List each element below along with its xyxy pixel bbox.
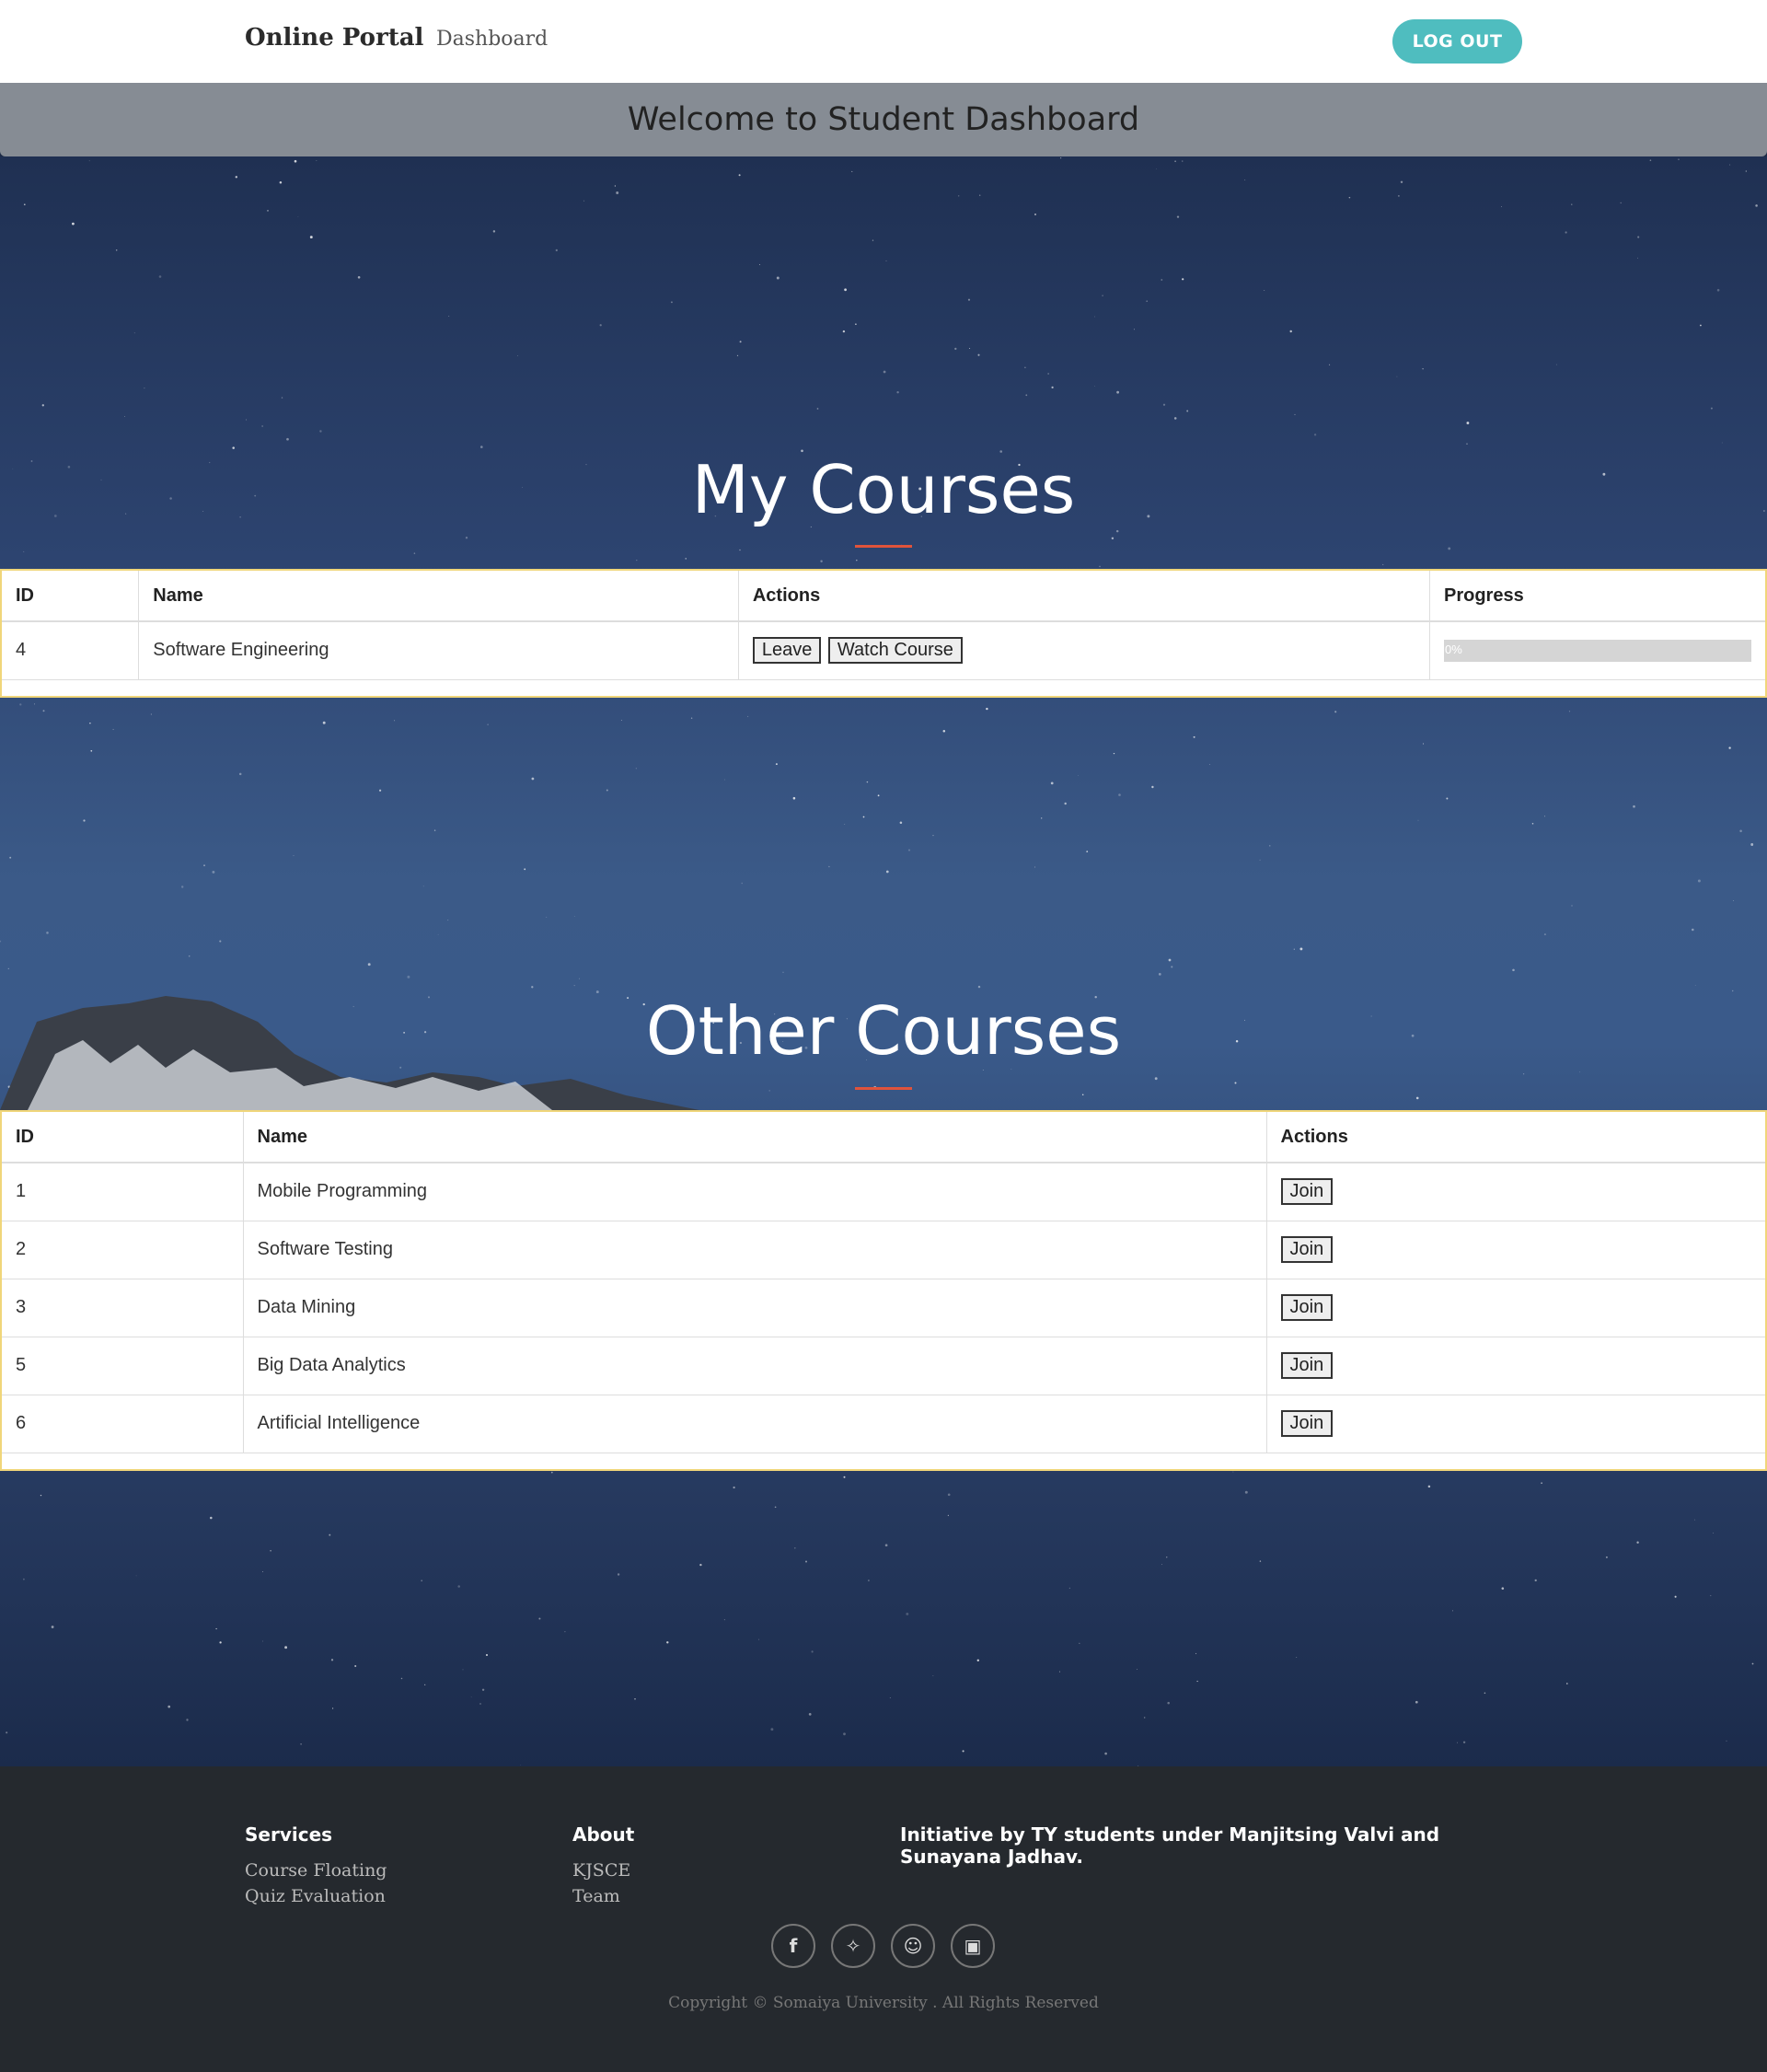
course-name: Big Data Analytics	[243, 1337, 1267, 1395]
table-header-row: ID Name Actions Progress	[2, 571, 1765, 622]
table-row: 6 Artificial Intelligence Join	[2, 1395, 1765, 1453]
table-row: 5 Big Data Analytics Join	[2, 1337, 1765, 1395]
my-courses-table: ID Name Actions Progress 4 Software Engi…	[0, 569, 1767, 698]
course-progress: 0%	[1429, 621, 1765, 680]
nav-dashboard-link[interactable]: Dashboard	[436, 28, 548, 51]
course-id: 2	[2, 1221, 244, 1279]
other-courses-table: ID Name Actions 1 Mobile Programming Joi…	[0, 1110, 1767, 1471]
course-id: 1	[2, 1163, 244, 1221]
leave-button[interactable]: Leave	[752, 637, 822, 665]
join-button[interactable]: Join	[1280, 1236, 1334, 1263]
course-name: Mobile Programming	[243, 1163, 1267, 1221]
watch-course-button[interactable]: Watch Course	[827, 637, 963, 665]
col-name: Name	[138, 571, 739, 622]
copyright-text: Copyright © Somaiya University . All Rig…	[668, 1994, 1099, 2012]
course-name: Data Mining	[243, 1279, 1267, 1337]
my-courses-title: My Courses	[691, 451, 1076, 528]
col-id: ID	[2, 571, 140, 622]
other-courses-underline	[855, 1087, 912, 1090]
join-button[interactable]: Join	[1280, 1294, 1334, 1321]
table-row: 1 Mobile Programming Join	[2, 1163, 1765, 1221]
services-heading: Services	[245, 1823, 333, 1846]
footer-link-course-floating[interactable]: Course Floating	[245, 1860, 387, 1881]
brand-link[interactable]: Online Portal	[245, 24, 423, 52]
course-name: Software Engineering	[138, 621, 739, 680]
col-id: ID	[2, 1112, 244, 1163]
col-name: Name	[243, 1112, 1267, 1163]
mountains-decoration	[0, 996, 699, 1110]
initiative-text: Initiative by TY students under Manjitsi…	[900, 1823, 1440, 1868]
snapchat-icon[interactable]: ☺	[891, 1924, 935, 1968]
about-heading: About	[572, 1823, 635, 1846]
logout-button[interactable]: LOG OUT	[1392, 19, 1522, 64]
progress-bar: 0%	[1444, 639, 1751, 662]
col-actions: Actions	[738, 571, 1431, 622]
footer	[0, 1766, 1767, 2072]
instagram-icon[interactable]: ▣	[951, 1924, 995, 1968]
course-name: Software Testing	[243, 1221, 1267, 1279]
course-id: 6	[2, 1395, 244, 1453]
table-row: 3 Data Mining Join	[2, 1279, 1765, 1337]
footer-link-team[interactable]: Team	[572, 1886, 620, 1906]
col-progress: Progress	[1429, 571, 1765, 622]
join-button[interactable]: Join	[1280, 1178, 1334, 1206]
join-button[interactable]: Join	[1280, 1352, 1334, 1379]
other-courses-title: Other Courses	[645, 992, 1122, 1070]
table-row: 4 Software Engineering Leave Watch Cours…	[2, 621, 1765, 680]
facebook-icon[interactable]: f	[771, 1924, 815, 1968]
starry-sky-background	[0, 156, 1767, 1767]
footer-link-quiz-evaluation[interactable]: Quiz Evaluation	[245, 1886, 386, 1906]
course-actions: Leave Watch Course	[738, 621, 1431, 680]
top-navbar: Online Portal Dashboard LOG OUT	[0, 0, 1767, 83]
course-name: Artificial Intelligence	[243, 1395, 1267, 1453]
my-courses-underline	[855, 545, 912, 548]
table-row: 2 Software Testing Join	[2, 1221, 1765, 1279]
col-actions: Actions	[1266, 1112, 1765, 1163]
progress-label: 0%	[1445, 642, 1462, 656]
table-header-row: ID Name Actions	[2, 1112, 1765, 1163]
welcome-banner: Welcome to Student Dashboard	[0, 83, 1767, 156]
course-id: 4	[2, 621, 140, 680]
course-id: 3	[2, 1279, 244, 1337]
twitter-icon[interactable]: ✧	[831, 1924, 875, 1968]
join-button[interactable]: Join	[1280, 1410, 1334, 1437]
footer-link-kjsce[interactable]: KJSCE	[572, 1860, 630, 1881]
welcome-text: Welcome to Student Dashboard	[627, 101, 1140, 138]
course-id: 5	[2, 1337, 244, 1395]
